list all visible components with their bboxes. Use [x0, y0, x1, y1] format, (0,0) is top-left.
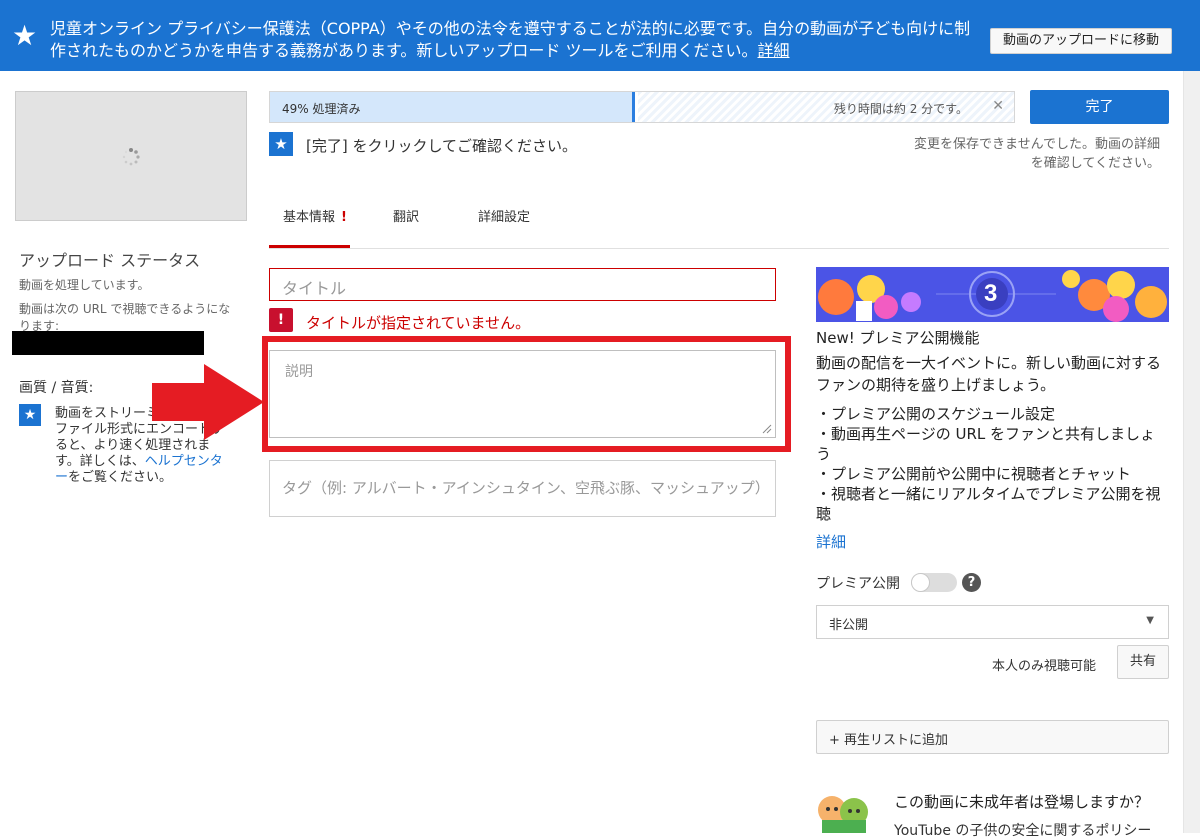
list-item: ・視聴者と一緒にリアルタイムでプレミア公開を視聴 [816, 485, 1161, 523]
premiere-toggle[interactable] [911, 573, 957, 592]
save-error-message: 変更を保存できませんでした。動画の詳細を確認してください。 [914, 137, 1160, 171]
tab-basic-label: 基本情報 [283, 210, 336, 225]
tags-input[interactable]: タグ（例: アルバート・アインシュタイン、空飛ぶ豚、マッシュアップ） [269, 460, 776, 517]
confirm-message: [完了] をクリックしてご確認ください。 [306, 137, 578, 155]
chevron-down-icon: ▼ [1146, 615, 1154, 626]
toggle-knob [911, 573, 930, 592]
tab-basic-info[interactable]: 基本情報! [283, 206, 347, 225]
done-button[interactable]: 完了 [1030, 90, 1169, 124]
premiere-toggle-label: プレミア公開 [816, 576, 900, 592]
add-to-playlist-button[interactable]: + 再生リストに追加 [816, 720, 1169, 754]
loading-spinner-icon [122, 148, 140, 166]
quality-title: 画質 / 音質: [19, 380, 94, 396]
redacted-url [12, 331, 204, 355]
countdown-number: 3 [984, 280, 998, 307]
tab-translation[interactable]: 翻訳 [393, 206, 419, 225]
privacy-selected-value: 非公開 [829, 618, 869, 633]
red-arrow-icon [152, 364, 264, 440]
help-icon[interactable]: ? [962, 573, 981, 592]
premiere-title: New! プレミア公開機能 [816, 329, 980, 347]
quality-text-after: をご覧ください。 [68, 470, 173, 485]
premiere-illustration: 3 [816, 267, 1169, 322]
kids-question-title: この動画に未成年者は登場しますか？ [894, 793, 1150, 811]
description-highlight-box [262, 336, 791, 452]
banner-message: 児童オンライン プライバシー保護法（COPPA）やその他の法令を遵守することが法… [50, 19, 971, 60]
list-item: ・プレミア公開のスケジュール設定 [816, 405, 1055, 423]
alert-icon: ! [341, 210, 347, 225]
title-error-text: タイトルが指定されていません。 [306, 314, 531, 332]
privacy-select[interactable]: 非公開 ▼ [816, 605, 1169, 639]
list-item: ・動画再生ページの URL をファンと共有しましょう [816, 425, 1155, 463]
video-thumbnail [15, 91, 247, 221]
upload-status-title: アップロード ステータス [19, 251, 201, 270]
kids-avatar-icon [818, 796, 868, 833]
processing-progress-bar: 49% 処理済み 残り時間は約 2 分です。 ✕ [269, 91, 1015, 123]
share-button[interactable]: 共有 [1117, 645, 1169, 679]
page-scrollbar[interactable] [1183, 71, 1200, 833]
coppa-banner: ★ 児童オンライン プライバシー保護法（COPPA）やその他の法令を遵守すること… [0, 0, 1200, 71]
premiere-feature-list: ・プレミア公開のスケジュール設定 ・動画再生ページの URL をファンと共有しま… [816, 404, 1166, 524]
remaining-time-label: 残り時間は約 2 分です。 [833, 102, 968, 116]
premiere-more-link[interactable]: 詳細 [816, 531, 846, 552]
banner-more-link[interactable]: 詳細 [758, 41, 790, 60]
star-icon: ★ [12, 19, 38, 52]
star-icon: ★ [269, 132, 293, 156]
list-item: ・プレミア公開前や公開中に視聴者とチャット [816, 465, 1131, 483]
active-tab-indicator [269, 245, 350, 248]
tab-bar: 基本情報! 翻訳 詳細設定 [269, 196, 1169, 249]
close-icon[interactable]: ✕ [992, 98, 1004, 114]
processing-text: 動画を処理しています。 [19, 278, 150, 292]
title-input[interactable]: タイトル [269, 268, 776, 301]
progress-label: 49% 処理済み [282, 102, 361, 116]
banner-text: 児童オンライン プライバシー保護法（COPPA）やその他の法令を遵守することが法… [50, 18, 980, 62]
privacy-note: 本人のみ視聴可能 [992, 659, 1097, 674]
error-icon: ! [269, 308, 293, 332]
go-to-upload-button[interactable]: 動画のアップロードに移動 [990, 28, 1172, 54]
video-url-label: 動画は次の URL で視聴できるようになります: [19, 302, 231, 333]
star-icon: ★ [19, 404, 41, 426]
kids-policy-text: YouTube の子供の安全に関するポリシー [894, 823, 1152, 839]
tab-advanced-settings[interactable]: 詳細設定 [478, 206, 530, 225]
premiere-description: 動画の配信を一大イベントに。新しい動画に対するファンの期待を盛り上げましょう。 [816, 354, 1162, 394]
